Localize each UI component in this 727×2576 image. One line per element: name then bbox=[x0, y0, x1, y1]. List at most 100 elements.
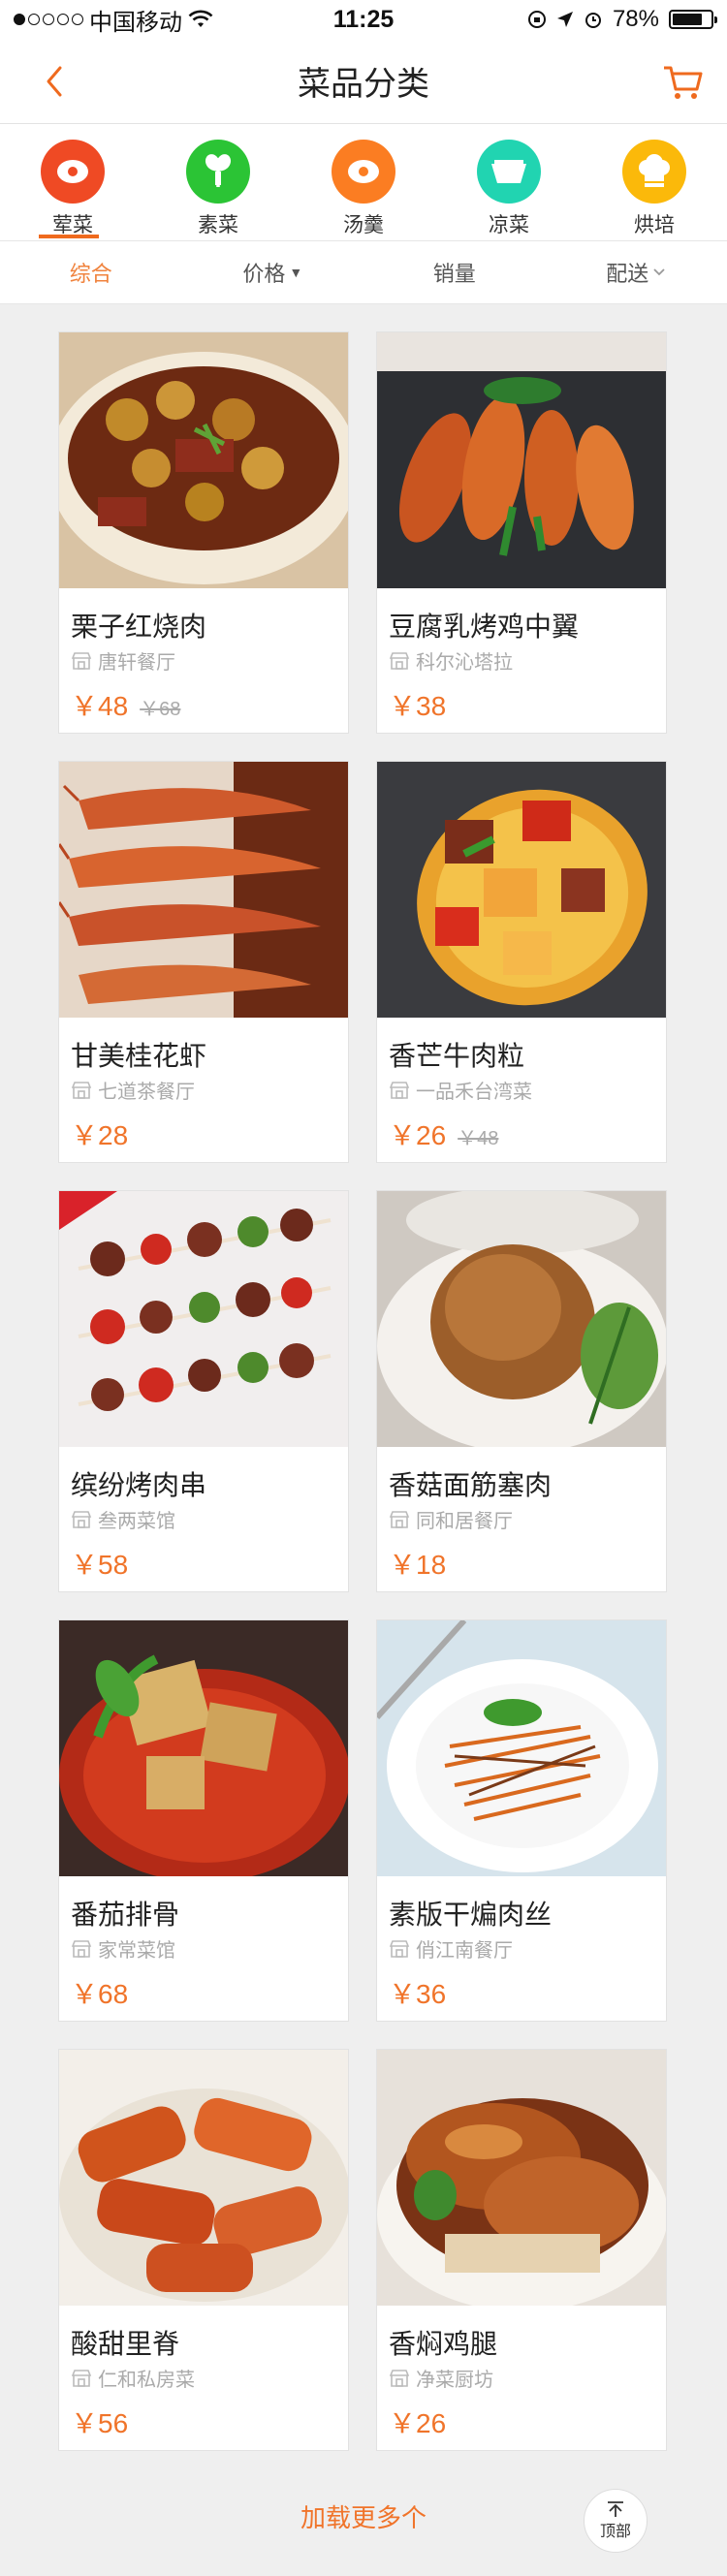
category-label: 汤羹 bbox=[343, 214, 384, 236]
clock: 11:25 bbox=[332, 5, 395, 33]
dish-name: 缤纷烤肉串 bbox=[71, 1470, 207, 1500]
dish-card[interactable]: 酸甜里脊 仁和私房菜 ￥56 bbox=[58, 2049, 349, 2451]
shop-name: 家常菜馆 bbox=[98, 1940, 175, 1962]
shop-icon bbox=[389, 2369, 410, 2387]
dish-image bbox=[377, 1620, 666, 1876]
chef-hat-icon bbox=[622, 140, 686, 204]
sort-label: 配送 bbox=[606, 262, 649, 286]
dish-price: ￥36 bbox=[389, 1973, 458, 2012]
shop-name: 净菜厨坊 bbox=[416, 2370, 493, 2391]
sort-price[interactable]: 价格 ▼ bbox=[182, 241, 364, 303]
category-label: 凉菜 bbox=[489, 214, 529, 236]
shop-name: 科尔沁塔拉 bbox=[416, 652, 513, 674]
dish-image bbox=[377, 762, 666, 1018]
sort-label: 价格 bbox=[242, 262, 286, 286]
dish-shop: 仁和私房菜 bbox=[71, 2364, 195, 2392]
dish-price: ￥28 bbox=[71, 1115, 140, 1153]
shop-icon bbox=[389, 1939, 410, 1958]
shop-icon bbox=[71, 1510, 92, 1528]
current-price: ￥18 bbox=[389, 1550, 447, 1580]
dish-name: 香菇面筋塞肉 bbox=[389, 1470, 553, 1500]
category-tab-meat[interactable]: 荤菜 bbox=[0, 124, 145, 240]
bowl-icon bbox=[477, 140, 541, 204]
current-price: ￥26 bbox=[389, 1120, 447, 1150]
dish-name: 豆腐乳烤鸡中翼 bbox=[389, 612, 580, 642]
dish-shop: 七道茶餐厅 bbox=[71, 1076, 195, 1104]
shop-icon bbox=[71, 2369, 92, 2387]
dish-card[interactable]: 缤纷烤肉串 叁两菜馆 ￥58 bbox=[58, 1190, 349, 1592]
shop-name: 唐轩餐厅 bbox=[98, 652, 175, 674]
dish-shop: 俏江南餐厅 bbox=[389, 1934, 513, 1963]
alarm-icon bbox=[585, 13, 601, 28]
dish-card[interactable]: 香芒牛肉粒 一品禾台湾菜 ￥26 ￥48 bbox=[376, 761, 667, 1163]
category-tab-vegetable[interactable]: 素菜 bbox=[145, 124, 291, 240]
status-bar: 中国移动 11:25 78% bbox=[0, 0, 727, 39]
dish-shop: 净菜厨坊 bbox=[389, 2364, 493, 2392]
shop-name: 同和居餐厅 bbox=[416, 1511, 513, 1532]
dish-price: ￥26 ￥48 bbox=[389, 1115, 498, 1153]
current-price: ￥38 bbox=[389, 691, 447, 721]
dish-card[interactable]: 番茄排骨 家常菜馆 ￥68 bbox=[58, 1619, 349, 2022]
dish-shop: 家常菜馆 bbox=[71, 1934, 175, 1963]
dish-price: ￥58 bbox=[71, 1544, 140, 1583]
dish-name: 素版干煸肉丝 bbox=[389, 1900, 553, 1930]
category-tab-bakery[interactable]: 烘培 bbox=[582, 124, 727, 240]
chevron-down-icon bbox=[653, 268, 665, 276]
shop-icon bbox=[71, 1939, 92, 1958]
dish-name: 番茄排骨 bbox=[71, 1900, 180, 1930]
dish-card[interactable]: 香菇面筋塞肉 同和居餐厅 ￥18 bbox=[376, 1190, 667, 1592]
dish-price: ￥18 bbox=[389, 1544, 458, 1583]
back-to-top-button[interactable]: 顶部 bbox=[584, 2489, 648, 2553]
category-label: 荤菜 bbox=[52, 214, 93, 236]
dish-shop: 科尔沁塔拉 bbox=[389, 646, 513, 675]
current-price: ￥68 bbox=[71, 1979, 129, 2009]
dish-image bbox=[377, 2050, 666, 2306]
meat-icon bbox=[41, 140, 105, 204]
nav-bar: 菜品分类 bbox=[0, 39, 727, 124]
dish-card[interactable]: 豆腐乳烤鸡中翼 科尔沁塔拉 ￥38 bbox=[376, 331, 667, 734]
category-tabs: 荤菜 素菜 汤羹 凉菜 烘培 bbox=[0, 124, 727, 240]
shop-icon bbox=[71, 651, 92, 670]
dish-image bbox=[59, 2050, 348, 2306]
sort-label: 综合 bbox=[69, 262, 112, 286]
category-tab-cold[interactable]: 凉菜 bbox=[436, 124, 582, 240]
sort-comprehensive[interactable]: 综合 bbox=[0, 241, 182, 303]
category-label: 素菜 bbox=[198, 214, 238, 236]
dish-image bbox=[59, 762, 348, 1018]
dish-card[interactable]: 栗子红烧肉 唐轩餐厅 ￥48 ￥68 bbox=[58, 331, 349, 734]
dish-card[interactable]: 素版干煸肉丝 俏江南餐厅 ￥36 bbox=[376, 1619, 667, 2022]
carrier-name: 中国移动 bbox=[89, 9, 182, 36]
category-tab-soup[interactable]: 汤羹 bbox=[291, 124, 436, 240]
dish-price: ￥56 bbox=[71, 2403, 140, 2441]
current-price: ￥26 bbox=[389, 2408, 447, 2438]
dish-shop: 一品禾台湾菜 bbox=[389, 1076, 532, 1104]
arrow-up-icon bbox=[608, 2501, 623, 2517]
shop-icon bbox=[389, 1081, 410, 1099]
shop-name: 叁两菜馆 bbox=[98, 1511, 175, 1532]
dish-shop: 同和居餐厅 bbox=[389, 1505, 513, 1533]
dish-price: ￥26 bbox=[389, 2403, 458, 2441]
current-price: ￥36 bbox=[389, 1979, 447, 2009]
dish-image bbox=[59, 332, 348, 588]
dish-card[interactable]: 香焖鸡腿 净菜厨坊 ￥26 bbox=[376, 2049, 667, 2451]
current-price: ￥48 bbox=[71, 691, 129, 721]
dish-image bbox=[59, 1191, 348, 1447]
current-price: ￥58 bbox=[71, 1550, 129, 1580]
dish-image bbox=[377, 1191, 666, 1447]
chevron-left-icon[interactable] bbox=[37, 62, 76, 101]
shop-name: 仁和私房菜 bbox=[98, 2370, 195, 2391]
sort-sales[interactable]: 销量 bbox=[364, 241, 546, 303]
battery-icon bbox=[669, 10, 717, 29]
dish-price: ￥38 bbox=[389, 685, 458, 724]
battery-percent: 78% bbox=[612, 6, 659, 32]
dish-name: 甘美桂花虾 bbox=[71, 1041, 207, 1071]
dish-price: ￥68 bbox=[71, 1973, 140, 2012]
back-to-top-label: 顶部 bbox=[599, 2524, 631, 2540]
sort-delivery[interactable]: 配送 bbox=[546, 241, 727, 303]
dish-name: 栗子红烧肉 bbox=[71, 612, 207, 642]
cart-icon[interactable] bbox=[661, 60, 706, 105]
shop-icon bbox=[71, 1081, 92, 1099]
dish-card[interactable]: 甘美桂花虾 七道茶餐厅 ￥28 bbox=[58, 761, 349, 1163]
sort-label: 销量 bbox=[432, 262, 476, 286]
original-price: ￥48 bbox=[458, 1128, 499, 1149]
